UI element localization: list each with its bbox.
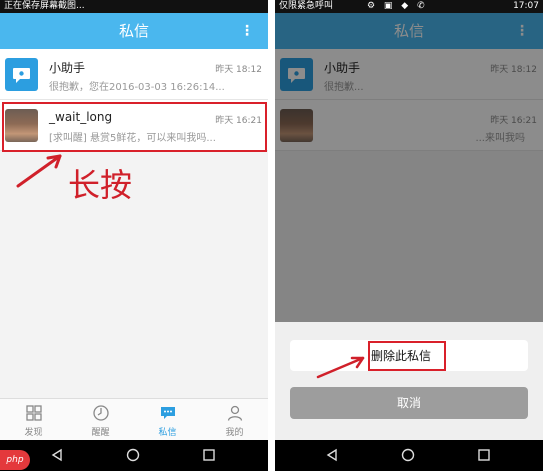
action-sheet: 删除此私信 取消	[275, 322, 543, 440]
person-icon	[227, 405, 242, 421]
tab-label: 我的	[225, 428, 244, 438]
more-menu-icon[interactable]: ⋮	[240, 13, 254, 49]
home-icon[interactable]	[126, 448, 140, 462]
status-bar: 正在保存屏幕截图...	[0, 0, 268, 13]
tab-wakeup[interactable]: 醒醒	[67, 399, 134, 440]
red-arrow-icon	[316, 356, 365, 379]
clock-icon	[92, 405, 109, 421]
highlight-box	[368, 341, 446, 371]
tab-label: 发现	[24, 428, 43, 438]
tab-mine[interactable]: 我的	[201, 399, 268, 440]
chat-bubble-icon	[13, 68, 30, 83]
recents-icon[interactable]	[202, 448, 216, 462]
status-time: 17:07	[513, 1, 539, 11]
back-icon[interactable]	[325, 448, 339, 462]
grid-icon	[25, 405, 42, 421]
right-phone-screen: 仅限紧急呼叫 ⚙ ▣ ◆ ✆ 17:07 私信 ⋮ 小助手 昨天 18:12 很…	[275, 0, 543, 471]
tab-label: 醒醒	[91, 428, 110, 438]
cancel-button[interactable]: 取消	[290, 387, 528, 419]
item-time: 昨天 18:12	[215, 65, 262, 75]
chat-icon	[160, 407, 175, 419]
tab-label: 私信	[158, 428, 177, 438]
tab-discover[interactable]: 发现	[0, 399, 67, 440]
tab-bar: 发现 醒醒 私信 我的	[0, 398, 268, 440]
annotation-text: 长按	[68, 166, 133, 204]
back-icon[interactable]	[50, 448, 64, 462]
page-title: 私信	[118, 22, 149, 40]
php-watermark-logo: php	[0, 450, 30, 470]
item-preview: 很抱歉，您在2016-03-03 16:26:14...	[49, 82, 225, 93]
status-text: 仅限紧急呼叫	[279, 1, 334, 11]
helper-avatar	[5, 58, 38, 91]
system-nav-bar	[0, 440, 268, 471]
status-icons: ⚙ ▣ ◆ ✆	[367, 1, 428, 11]
recents-icon[interactable]	[477, 448, 491, 462]
item-name: 小助手	[49, 61, 86, 75]
system-nav-bar	[275, 440, 543, 471]
home-icon[interactable]	[401, 448, 415, 462]
tab-messages[interactable]: 私信	[134, 399, 201, 440]
highlight-box	[2, 102, 267, 152]
list-item-helper[interactable]: 小助手 昨天 18:12 很抱歉，您在2016-03-03 16:26:14..…	[0, 49, 268, 100]
status-bar: 仅限紧急呼叫 ⚙ ▣ ◆ ✆ 17:07	[275, 0, 543, 13]
status-text: 正在保存屏幕截图...	[4, 1, 85, 11]
app-bar: 私信 ⋮	[0, 13, 268, 49]
left-phone-screen: 正在保存屏幕截图... 私信 ⋮ 小助手 昨天 18:12 很抱歉，您在2016…	[0, 0, 268, 471]
red-arrow-icon	[16, 154, 62, 188]
